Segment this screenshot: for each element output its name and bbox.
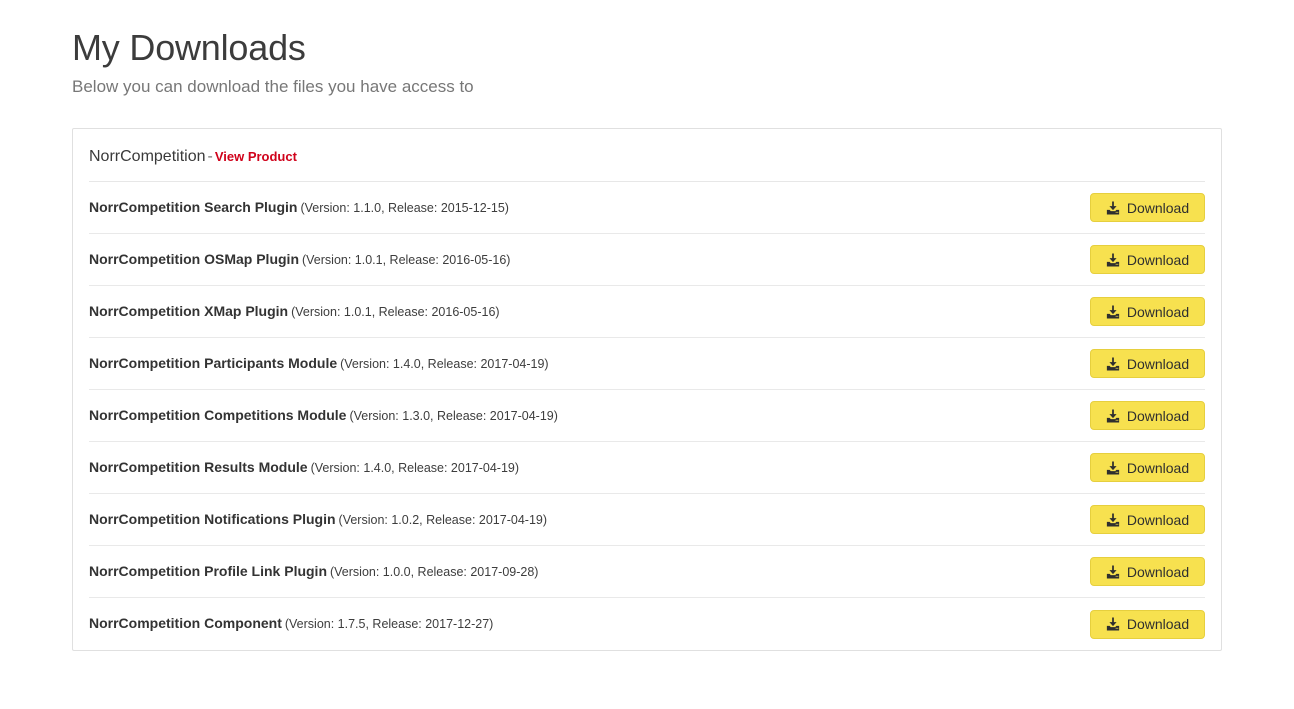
download-button-label: Download [1127, 617, 1189, 631]
download-button-label: Download [1127, 305, 1189, 319]
download-icon [1106, 357, 1120, 371]
product-header: NorrCompetition-View Product [89, 129, 1205, 182]
download-item-meta: (Version: 1.4.0, Release: 2017-04-19) [311, 461, 519, 475]
download-item-name: NorrCompetition Notifications Plugin [89, 511, 336, 527]
product-name: NorrCompetition [89, 148, 205, 165]
download-item-meta: (Version: 1.1.0, Release: 2015-12-15) [300, 201, 508, 215]
download-row-info: NorrCompetition Results Module(Version: … [89, 459, 535, 477]
download-row: NorrCompetition XMap Plugin(Version: 1.0… [89, 286, 1205, 338]
download-button[interactable]: Download [1090, 505, 1205, 534]
download-row: NorrCompetition Notifications Plugin(Ver… [89, 494, 1205, 546]
download-item-name: NorrCompetition Participants Module [89, 355, 337, 371]
downloads-list: NorrCompetition Search Plugin(Version: 1… [89, 182, 1205, 650]
download-item-name: NorrCompetition Component [89, 615, 282, 631]
download-item-meta: (Version: 1.0.0, Release: 2017-09-28) [330, 565, 538, 579]
download-button-label: Download [1127, 513, 1189, 527]
download-row-info: NorrCompetition OSMap Plugin(Version: 1.… [89, 251, 526, 269]
download-item-name: NorrCompetition Search Plugin [89, 199, 297, 215]
download-button[interactable]: Download [1090, 610, 1205, 639]
page-title: My Downloads [72, 26, 474, 70]
downloads-panel: NorrCompetition-View Product NorrCompeti… [72, 128, 1222, 651]
download-row: NorrCompetition Component(Version: 1.7.5… [89, 598, 1205, 650]
download-item-meta: (Version: 1.3.0, Release: 2017-04-19) [349, 409, 557, 423]
downloads-panel-body: NorrCompetition-View Product NorrCompeti… [73, 129, 1221, 650]
download-icon [1106, 617, 1120, 631]
download-row: NorrCompetition Results Module(Version: … [89, 442, 1205, 494]
download-icon [1106, 565, 1120, 579]
download-row: NorrCompetition OSMap Plugin(Version: 1.… [89, 234, 1205, 286]
download-button-label: Download [1127, 409, 1189, 423]
download-icon [1106, 253, 1120, 267]
download-item-name: NorrCompetition XMap Plugin [89, 303, 288, 319]
download-row-info: NorrCompetition Component(Version: 1.7.5… [89, 615, 509, 633]
download-button[interactable]: Download [1090, 401, 1205, 430]
download-button-label: Download [1127, 565, 1189, 579]
download-row: NorrCompetition Search Plugin(Version: 1… [89, 182, 1205, 234]
view-product-link[interactable]: View Product [215, 149, 297, 164]
download-row-info: NorrCompetition Search Plugin(Version: 1… [89, 199, 525, 217]
download-button[interactable]: Download [1090, 349, 1205, 378]
page-subtitle: Below you can download the files you hav… [72, 76, 474, 98]
download-button[interactable]: Download [1090, 193, 1205, 222]
download-button-label: Download [1127, 253, 1189, 267]
download-row-info: NorrCompetition Participants Module(Vers… [89, 355, 565, 373]
download-item-name: NorrCompetition Results Module [89, 459, 308, 475]
download-icon [1106, 461, 1120, 475]
download-icon [1106, 201, 1120, 215]
download-row-info: NorrCompetition Competitions Module(Vers… [89, 407, 574, 425]
download-icon [1106, 305, 1120, 319]
download-button[interactable]: Download [1090, 453, 1205, 482]
download-icon [1106, 513, 1120, 527]
download-icon [1106, 409, 1120, 423]
download-item-meta: (Version: 1.0.1, Release: 2016-05-16) [302, 253, 510, 267]
download-item-name: NorrCompetition Profile Link Plugin [89, 563, 327, 579]
download-item-meta: (Version: 1.7.5, Release: 2017-12-27) [285, 617, 493, 631]
download-row: NorrCompetition Profile Link Plugin(Vers… [89, 546, 1205, 598]
download-item-meta: (Version: 1.0.1, Release: 2016-05-16) [291, 305, 499, 319]
download-button-label: Download [1127, 461, 1189, 475]
download-row-info: NorrCompetition XMap Plugin(Version: 1.0… [89, 303, 516, 321]
downloads-page: My Downloads Below you can download the … [0, 0, 1294, 709]
download-row-info: NorrCompetition Notifications Plugin(Ver… [89, 511, 563, 529]
download-row: NorrCompetition Participants Module(Vers… [89, 338, 1205, 390]
download-button-label: Download [1127, 357, 1189, 371]
download-button[interactable]: Download [1090, 245, 1205, 274]
download-item-meta: (Version: 1.4.0, Release: 2017-04-19) [340, 357, 548, 371]
download-item-name: NorrCompetition OSMap Plugin [89, 251, 299, 267]
download-item-name: NorrCompetition Competitions Module [89, 407, 346, 423]
download-row-info: NorrCompetition Profile Link Plugin(Vers… [89, 563, 554, 581]
download-button[interactable]: Download [1090, 297, 1205, 326]
download-button-label: Download [1127, 201, 1189, 215]
download-row: NorrCompetition Competitions Module(Vers… [89, 390, 1205, 442]
download-button[interactable]: Download [1090, 557, 1205, 586]
download-item-meta: (Version: 1.0.2, Release: 2017-04-19) [339, 513, 547, 527]
product-separator: - [205, 148, 214, 165]
page-header: My Downloads Below you can download the … [72, 26, 474, 98]
